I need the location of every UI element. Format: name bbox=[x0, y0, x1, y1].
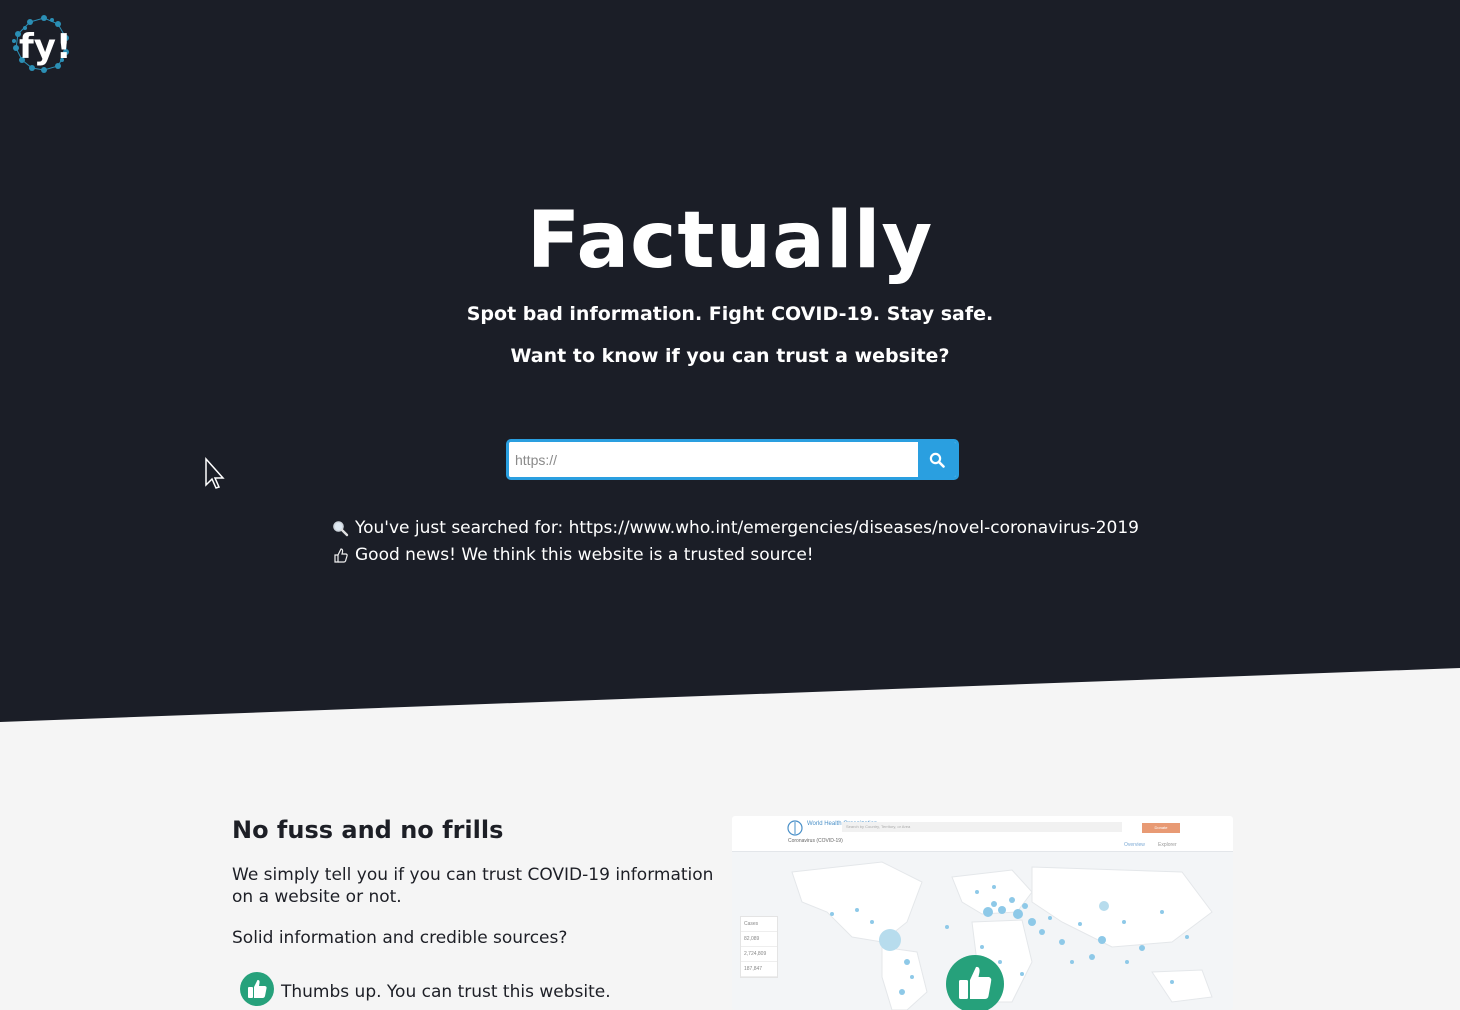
thumbs-up-text: Thumbs up. You can trust this website. bbox=[281, 981, 611, 1002]
mouse-cursor bbox=[204, 457, 226, 495]
magnifier-icon bbox=[333, 521, 349, 537]
thumbs-up-legend: Thumbs up. You can trust this website. bbox=[240, 972, 611, 1010]
logo-text: fy! bbox=[19, 27, 71, 67]
page-title: Factually bbox=[526, 196, 934, 286]
who-dashboard-preview: World Health Organization Search by Coun… bbox=[732, 816, 1233, 1010]
search-icon bbox=[929, 452, 945, 468]
preview-tab-explorer: Explorer bbox=[1158, 842, 1177, 848]
preview-thumbs-up-icon bbox=[945, 954, 1005, 1010]
thumbs-up-emoji-icon bbox=[334, 548, 348, 563]
preview-stats-panel: Cases 82,089 2,724,809 187,847 bbox=[740, 916, 778, 978]
preview-subtitle: Coronavirus (COVID-19) bbox=[788, 838, 843, 844]
preview-search: Search by Country, Territory, or Area bbox=[842, 822, 1122, 832]
feature-description: We simply tell you if you can trust COVI… bbox=[232, 865, 714, 907]
factually-logo[interactable]: fy! bbox=[10, 12, 72, 76]
feature-heading: No fuss and no frills bbox=[232, 816, 504, 844]
preview-donate: Donate bbox=[1142, 823, 1180, 833]
searched-url-text: You've just searched for: https://www.wh… bbox=[355, 518, 1139, 538]
search-bar bbox=[506, 439, 959, 480]
preview-header: World Health Organization Search by Coun… bbox=[732, 816, 1233, 852]
tagline: Spot bad information. Fight COVID-19. St… bbox=[466, 303, 994, 325]
verdict-row: Good news! We think this website is a tr… bbox=[332, 542, 1139, 569]
preview-tab-overview: Overview bbox=[1124, 842, 1145, 848]
searched-row: You've just searched for: https://www.wh… bbox=[332, 515, 1139, 542]
url-search-input[interactable] bbox=[509, 442, 918, 477]
feature-question: Solid information and credible sources? bbox=[232, 928, 568, 948]
question-heading: Want to know if you can trust a website? bbox=[510, 345, 950, 367]
verdict-text: Good news! We think this website is a tr… bbox=[355, 545, 814, 565]
who-emblem-icon bbox=[787, 820, 803, 836]
thumbs-up-icon bbox=[240, 972, 274, 1010]
search-results: You've just searched for: https://www.wh… bbox=[332, 515, 1139, 569]
search-button[interactable] bbox=[918, 442, 956, 477]
